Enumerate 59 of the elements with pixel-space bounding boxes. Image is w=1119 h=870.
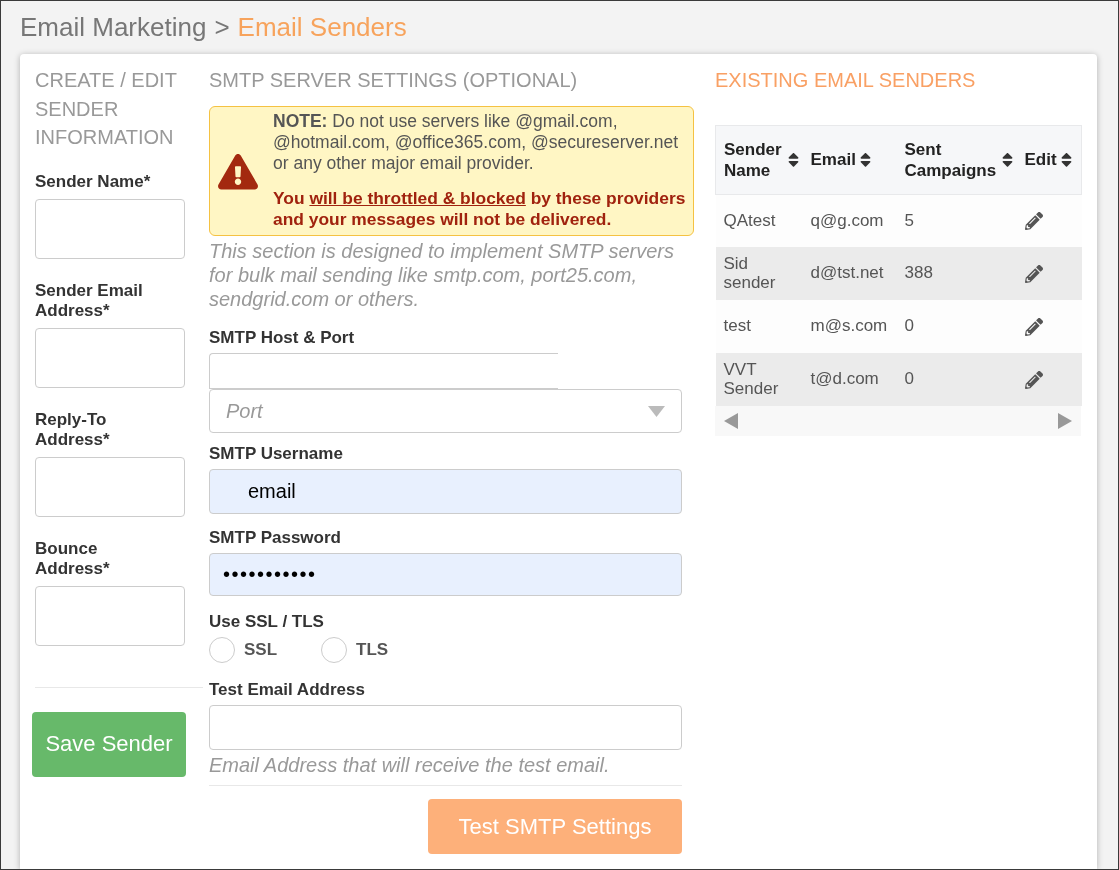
text-input[interactable]	[209, 705, 682, 750]
table-cell: 388	[896, 247, 1017, 300]
field-label: Use SSL / TLS	[209, 612, 325, 632]
table-cell: 5	[896, 194, 1017, 247]
table-cell: m@s.com	[802, 300, 897, 353]
table-cell: 0	[896, 300, 1017, 353]
field-label: SMTP Password	[209, 528, 342, 548]
field-label: Sender Name*	[35, 171, 152, 192]
page-title: Email Senders	[237, 12, 407, 43]
radio-label[interactable]: SSL	[244, 640, 278, 660]
field-label: Test Email Address	[209, 680, 366, 700]
note-text: NOTE: Do not use servers like @gmail.com, @hotmail.com, @office365.com, @secureserver.net or any other major email provider.	[273, 110, 680, 174]
section-heading: SMTP SERVER SETTINGS (OPTIONAL)	[209, 68, 579, 93]
table-cell: Sid sender	[715, 247, 803, 300]
breadcrumb-link[interactable]: Email Marketing	[20, 12, 207, 43]
password-input[interactable]: •••••••••••	[209, 553, 682, 596]
table-cell: VVT Sender	[715, 353, 803, 406]
text-input[interactable]	[35, 327, 185, 388]
column-header[interactable]: Edit	[1024, 149, 1057, 170]
pencil-icon[interactable]	[1024, 317, 1043, 336]
field-label: SMTP Host & Port	[209, 328, 356, 348]
pencil-icon[interactable]	[1024, 264, 1043, 283]
column-header[interactable]: Sender Name	[724, 138, 784, 181]
help-text: Email Address that will receive the test email.	[209, 753, 611, 777]
table-cell: test	[715, 300, 803, 353]
field-label: Sender Email Address*	[35, 280, 144, 321]
scroll-left-icon[interactable]	[724, 413, 738, 429]
help-text: This section is designed to implement SMTP servers for bulk mail sending like smtp.com, port25.com, sendgrid.com or others.	[209, 239, 675, 311]
table-cell: d@tst.net	[802, 247, 897, 300]
sort-icon[interactable]	[787, 150, 799, 169]
column-header[interactable]: Sent Campaigns	[904, 138, 998, 181]
field-label: Bounce Address*	[35, 538, 111, 579]
radio-label[interactable]: TLS	[356, 640, 389, 660]
text-input[interactable]	[35, 198, 185, 259]
sort-icon[interactable]	[859, 150, 871, 169]
sort-icon[interactable]	[1001, 150, 1013, 169]
caret-icon	[648, 405, 665, 417]
sort-icon[interactable]	[1060, 150, 1072, 169]
section-heading: EXISTING EMAIL SENDERS	[715, 68, 977, 93]
breadcrumb-separator: >	[214, 12, 230, 43]
table-cell: QAtest	[715, 194, 803, 247]
warning-icon	[218, 154, 258, 190]
section-heading: CREATE / EDIT SENDER INFORMATION	[35, 68, 178, 150]
field-label: Reply-To Address*	[35, 409, 111, 450]
host-input[interactable]	[209, 353, 558, 389]
text-input[interactable]	[35, 456, 185, 517]
table-cell: 0	[896, 353, 1017, 406]
text-input[interactable]	[35, 585, 185, 646]
scroll-right-icon[interactable]	[1058, 413, 1072, 429]
pencil-icon[interactable]	[1024, 211, 1043, 230]
text-input[interactable]: email	[209, 469, 682, 514]
warning-text: You will be throttled & blocked by these providers and your messages will not be delivered.	[273, 188, 687, 230]
table-cell: t@d.com	[802, 353, 897, 406]
field-label: SMTP Username	[209, 444, 344, 464]
pencil-icon[interactable]	[1024, 370, 1043, 389]
table-cell: q@g.com	[802, 194, 897, 247]
radio-button[interactable]	[209, 637, 235, 663]
radio-button[interactable]	[321, 637, 348, 663]
column-header[interactable]: Email	[810, 149, 856, 170]
